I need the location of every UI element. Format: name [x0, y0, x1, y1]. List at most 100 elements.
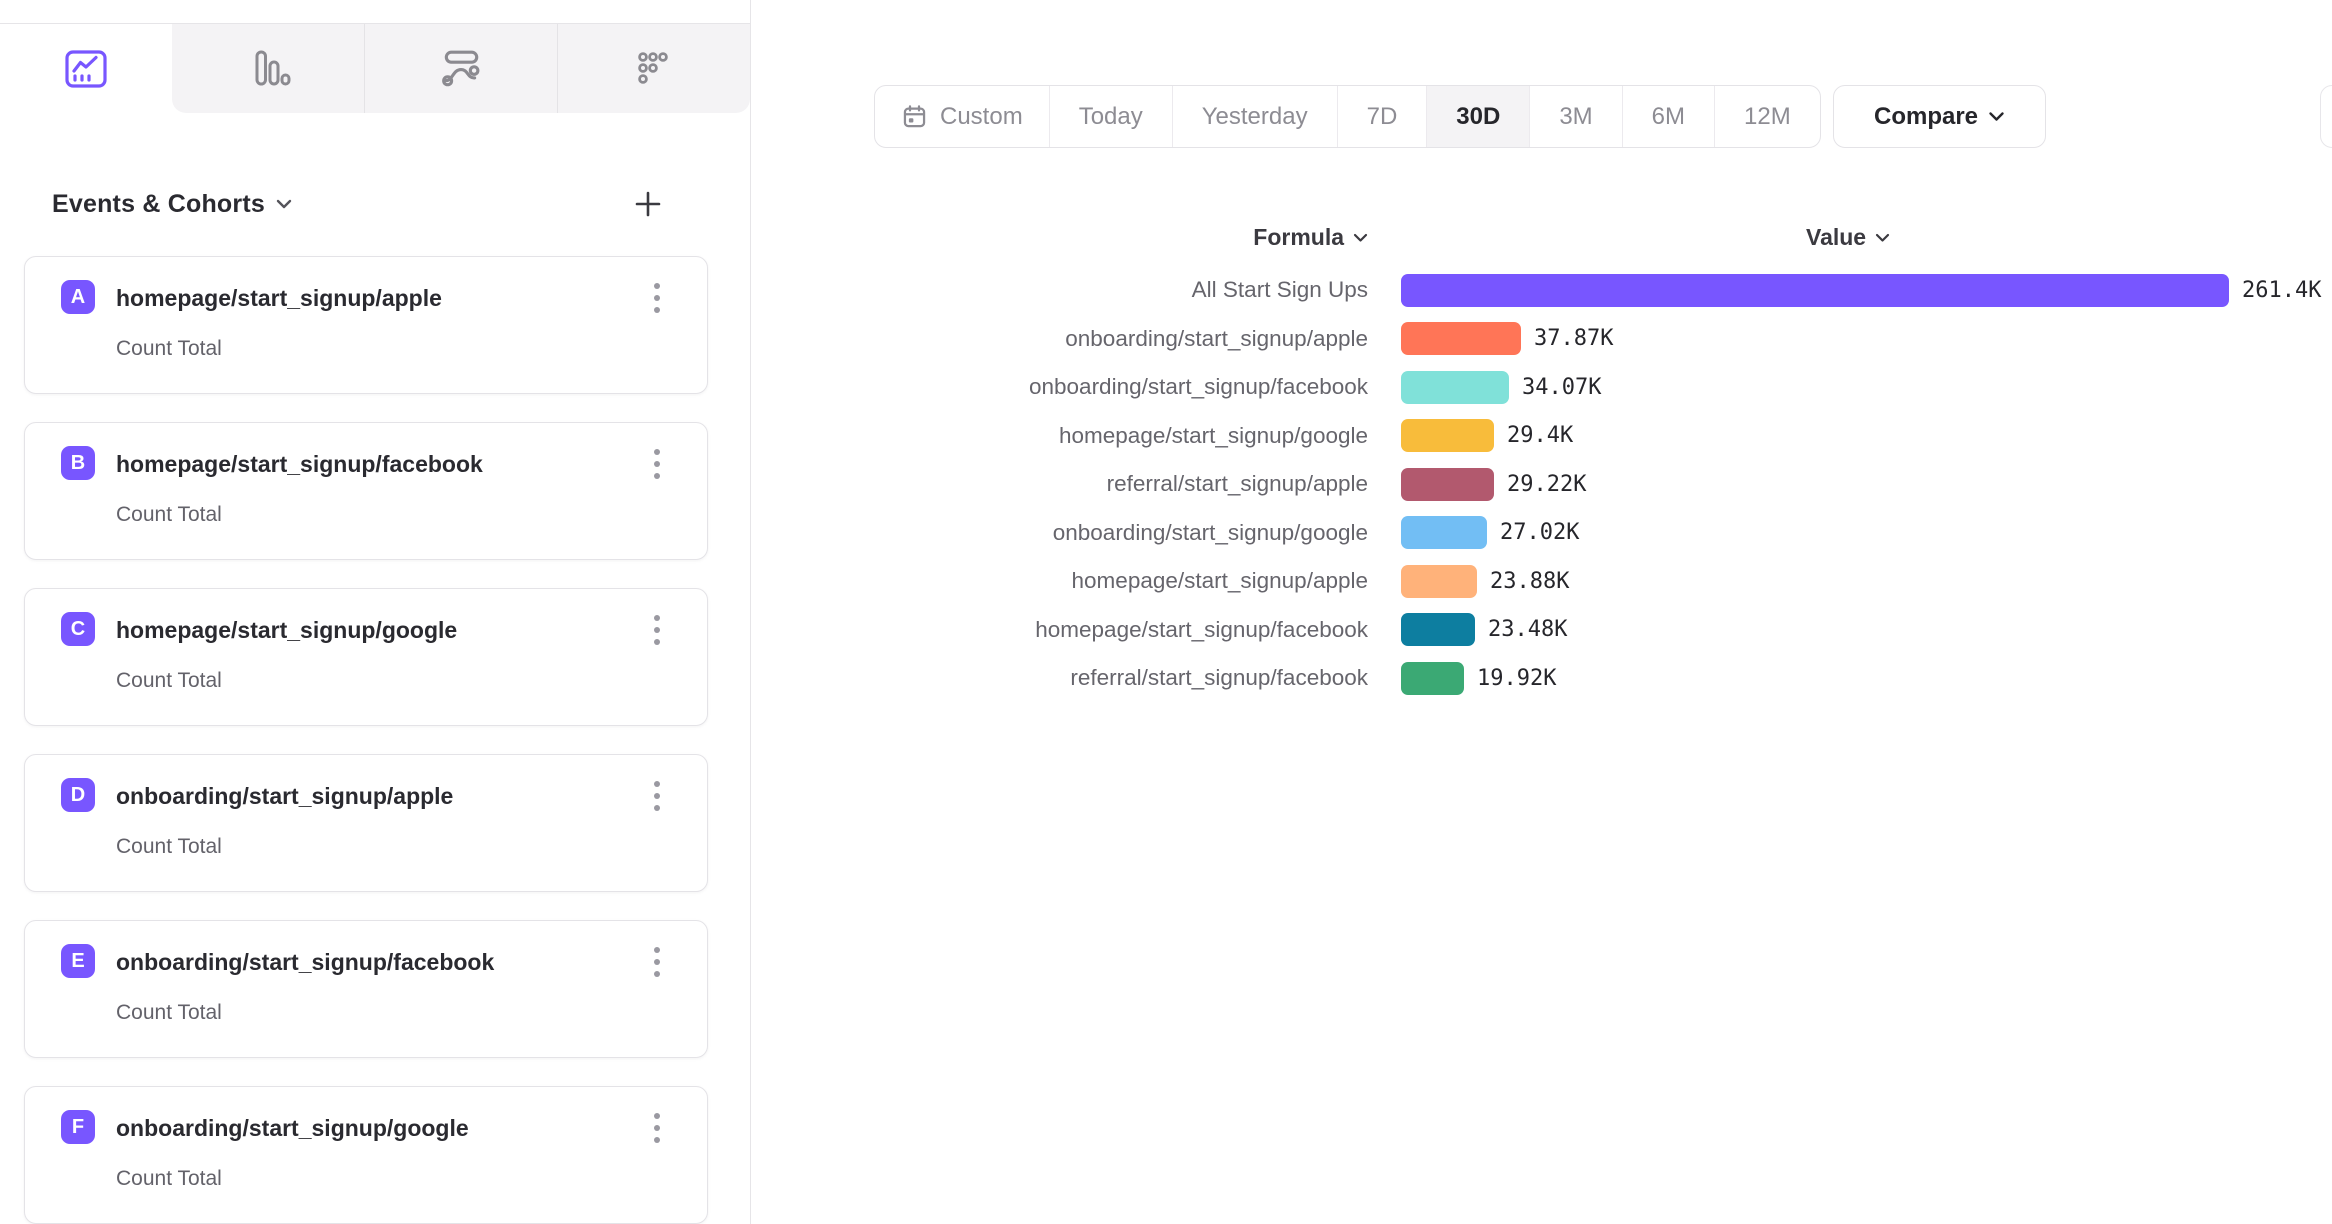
value-bar[interactable] [1401, 468, 1494, 501]
event-options-button[interactable] [641, 279, 673, 317]
add-event-button[interactable] [628, 184, 668, 224]
series-label[interactable]: onboarding/start_signup/facebook [751, 374, 1368, 400]
event-options-button[interactable] [641, 445, 673, 483]
series-label[interactable]: All Start Sign Ups [751, 277, 1368, 303]
series-label[interactable]: homepage/start_signup/facebook [751, 617, 1368, 643]
event-name: homepage/start_signup/apple [116, 285, 442, 312]
chart-row: onboarding/start_signup/apple 37.87K [751, 315, 2332, 364]
series-label[interactable]: homepage/start_signup/google [751, 423, 1368, 449]
formula-header[interactable]: Formula [751, 224, 1368, 251]
tab-line-chart[interactable] [0, 24, 172, 113]
event-letter-badge: B [61, 446, 95, 480]
flow-icon [439, 47, 483, 91]
value-bar[interactable] [1401, 274, 2229, 307]
value-label: 29.22K [1507, 472, 1586, 497]
event-card[interactable]: C homepage/start_signup/google Count Tot… [24, 588, 708, 726]
bar-zone: 29.22K [1401, 468, 1586, 501]
calendar-icon [901, 103, 928, 130]
range-custom[interactable]: Custom [875, 86, 1050, 147]
compare-button[interactable]: Compare [1833, 85, 2046, 148]
bar-zone: 27.02K [1401, 516, 1579, 549]
bar-zone: 19.92K [1401, 662, 1556, 695]
event-letter-badge: C [61, 612, 95, 646]
series-label[interactable]: onboarding/start_signup/google [751, 520, 1368, 546]
event-aggregation[interactable]: Count Total [116, 1167, 222, 1191]
event-aggregation[interactable]: Count Total [116, 669, 222, 693]
event-name: onboarding/start_signup/apple [116, 783, 453, 810]
bar-zone: 23.88K [1401, 565, 1569, 598]
event-card[interactable]: B homepage/start_signup/facebook Count T… [24, 422, 708, 560]
chart-type-tabstrip [0, 23, 750, 113]
sidebar: Events & Cohorts A [0, 0, 751, 1224]
kebab-icon [653, 447, 661, 481]
range-option[interactable]: 6M [1623, 86, 1715, 147]
sidebar-title: Events & Cohorts [52, 190, 265, 219]
chevron-down-icon [1988, 111, 2005, 122]
partial-edge-button[interactable] [2320, 85, 2332, 148]
chart-row: homepage/start_signup/google 29.4K [751, 412, 2332, 461]
event-options-button[interactable] [641, 777, 673, 815]
event-card[interactable]: F onboarding/start_signup/google Count T… [24, 1086, 708, 1224]
chart-row: All Start Sign Ups 261.4K [751, 266, 2332, 315]
scatter-dots-icon [634, 50, 674, 88]
range-option[interactable]: Today [1050, 86, 1173, 147]
chart-header-row: Formula Value [751, 209, 2332, 266]
chevron-down-icon [1875, 233, 1890, 243]
event-letter-badge: D [61, 778, 95, 812]
event-card[interactable]: A homepage/start_signup/apple Count Tota… [24, 256, 708, 394]
value-bar[interactable] [1401, 613, 1475, 646]
chart-row: referral/start_signup/facebook 19.92K [751, 654, 2332, 703]
event-aggregation[interactable]: Count Total [116, 1001, 222, 1025]
value-bar[interactable] [1401, 371, 1509, 404]
bar-zone: 23.48K [1401, 613, 1567, 646]
kebab-icon [653, 779, 661, 813]
kebab-icon [653, 281, 661, 315]
range-options: Today Yesterday 7D 30D 3M 6M 12M [1050, 86, 1820, 147]
value-label: 37.87K [1534, 326, 1613, 351]
event-card[interactable]: D onboarding/start_signup/apple Count To… [24, 754, 708, 892]
kebab-icon [653, 1111, 661, 1145]
plus-icon [633, 189, 663, 219]
formula-header-label: Formula [1253, 224, 1344, 251]
tab-bar-chart[interactable] [172, 24, 364, 113]
range-option[interactable]: 7D [1338, 86, 1428, 147]
date-range-selector: Custom Today Yesterday 7D 30D 3M 6M 12M [874, 85, 1821, 148]
compare-label: Compare [1874, 103, 1978, 131]
range-option[interactable]: 3M [1530, 86, 1622, 147]
value-bar[interactable] [1401, 516, 1487, 549]
series-label[interactable]: referral/start_signup/apple [751, 471, 1368, 497]
series-label[interactable]: referral/start_signup/facebook [751, 665, 1368, 691]
bar-zone: 37.87K [1401, 322, 1613, 355]
series-label[interactable]: homepage/start_signup/apple [751, 568, 1368, 594]
series-label[interactable]: onboarding/start_signup/apple [751, 326, 1368, 352]
range-option[interactable]: Yesterday [1173, 86, 1338, 147]
chevron-down-icon [1353, 233, 1368, 243]
event-card[interactable]: E onboarding/start_signup/facebook Count… [24, 920, 708, 1058]
event-letter-badge: F [61, 1110, 95, 1144]
value-bar[interactable] [1401, 322, 1521, 355]
bar-zone: 29.4K [1401, 419, 1573, 452]
value-label: 29.4K [1507, 423, 1573, 448]
tab-flow[interactable] [364, 24, 557, 113]
event-aggregation[interactable]: Count Total [116, 337, 222, 361]
value-bar[interactable] [1401, 419, 1494, 452]
range-custom-label: Custom [940, 103, 1023, 131]
value-bar[interactable] [1401, 662, 1464, 695]
event-name: homepage/start_signup/facebook [116, 451, 483, 478]
value-bar[interactable] [1401, 565, 1477, 598]
range-option[interactable]: 30D [1427, 86, 1530, 147]
chart-row: referral/start_signup/apple 29.22K [751, 460, 2332, 509]
events-cohorts-dropdown[interactable]: Events & Cohorts [52, 190, 293, 219]
event-options-button[interactable] [641, 611, 673, 649]
value-label: 23.88K [1490, 569, 1569, 594]
chart-row: homepage/start_signup/facebook 23.48K [751, 606, 2332, 655]
tab-scatter[interactable] [557, 24, 750, 113]
event-options-button[interactable] [641, 1109, 673, 1147]
event-aggregation[interactable]: Count Total [116, 503, 222, 527]
event-options-button[interactable] [641, 943, 673, 981]
value-header[interactable]: Value [1806, 224, 1890, 251]
event-name: homepage/start_signup/google [116, 617, 457, 644]
event-aggregation[interactable]: Count Total [116, 835, 222, 859]
bar-chart-icon [245, 47, 291, 91]
range-option[interactable]: 12M [1715, 86, 1820, 147]
